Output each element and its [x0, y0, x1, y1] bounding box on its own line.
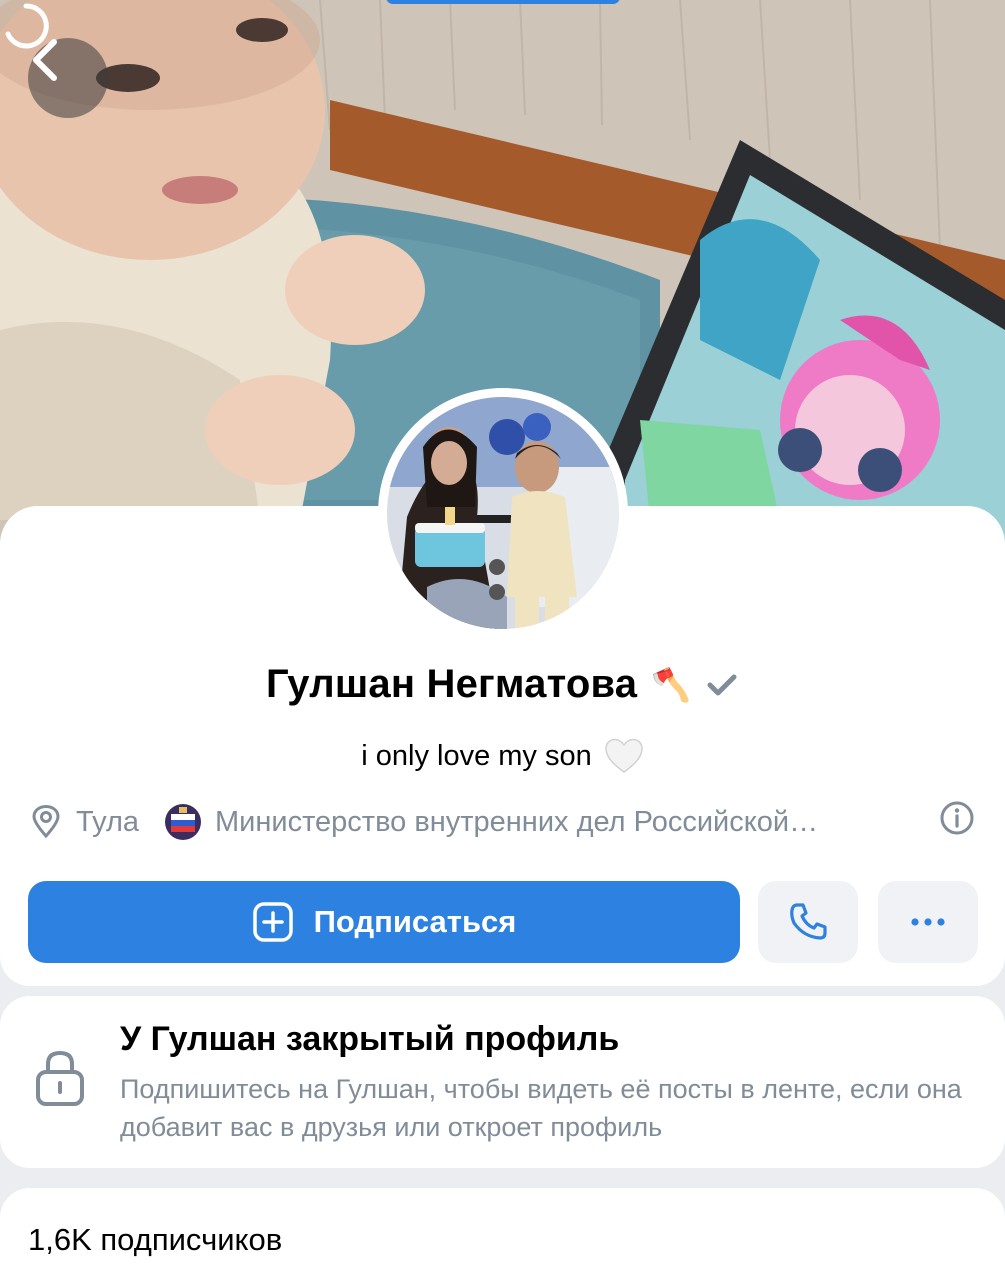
- followers-count[interactable]: 1,6K подписчиков: [28, 1222, 282, 1258]
- profile-screen: Гулшан Негматова 🪓 i only love my son Ту…: [0, 0, 1005, 1280]
- closed-profile-description: Подпишитесь на Гулшан, чтобы видеть её п…: [120, 1074, 962, 1142]
- top-indicator: [386, 0, 620, 4]
- info-icon: [940, 801, 974, 835]
- action-buttons: Подписаться: [28, 881, 978, 963]
- avatar[interactable]: [378, 388, 628, 638]
- info-button[interactable]: [939, 800, 975, 844]
- subscribe-label: Подписаться: [313, 904, 517, 939]
- organization-label: Министерство внутренних дел Российской…: [215, 805, 819, 838]
- followers-card[interactable]: 1,6K подписчиков: [0, 1188, 1005, 1280]
- bio-row: i only love my son: [0, 738, 1005, 774]
- profile-name: Гулшан Негматова: [265, 662, 638, 706]
- closed-profile-card: У Гулшан закрытый профиль Подпишитесь на…: [0, 996, 1005, 1168]
- location-pin-icon: [32, 805, 60, 839]
- verified-check-icon[interactable]: [705, 671, 739, 699]
- more-icon: [911, 918, 945, 926]
- location-item[interactable]: Тула: [30, 805, 139, 839]
- phone-icon: [790, 903, 827, 940]
- location-label: Тула: [76, 805, 139, 838]
- lock-icon: [36, 1050, 84, 1106]
- organization-logo-icon: [165, 804, 201, 840]
- name-row: Гулшан Негматова 🪓: [0, 662, 1005, 707]
- closed-profile-title: У Гулшан закрытый профиль: [120, 1020, 620, 1058]
- status-emoji[interactable]: 🪓: [651, 666, 691, 704]
- avatar-image: [387, 397, 619, 629]
- organization-item[interactable]: Министерство внутренних дел Российской…: [163, 802, 939, 842]
- subscribe-button[interactable]: Подписаться: [28, 881, 740, 963]
- loading-spinner-icon: [5, 3, 49, 49]
- more-button[interactable]: [878, 881, 978, 963]
- white-heart-icon: [604, 738, 643, 773]
- add-square-icon: [252, 902, 293, 942]
- meta-row: Тула Министерство внутренних дел Российс…: [30, 800, 975, 844]
- profile-bio: i only love my son: [361, 739, 592, 772]
- call-button[interactable]: [758, 881, 858, 963]
